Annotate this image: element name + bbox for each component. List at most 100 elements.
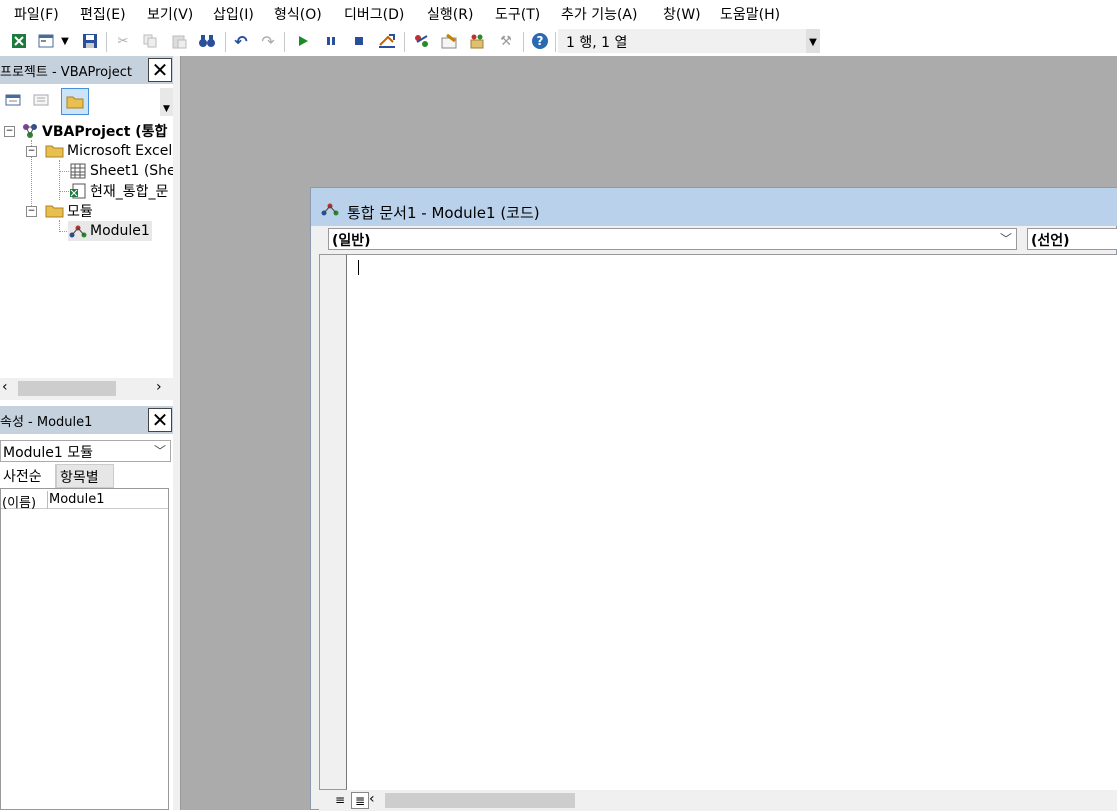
collapse-icon[interactable]: − xyxy=(26,206,37,217)
scroll-left-icon[interactable]: ‹ xyxy=(2,379,8,395)
worksheet-icon xyxy=(68,162,88,180)
code-margin-indicator-bar[interactable] xyxy=(319,254,347,790)
close-icon[interactable]: ✕ xyxy=(148,408,172,432)
tree-item-module1[interactable]: Module1 xyxy=(68,221,152,241)
cut-icon[interactable]: ✂ xyxy=(113,31,133,51)
module-icon xyxy=(68,222,88,240)
close-icon[interactable]: ✕ xyxy=(148,58,172,82)
scroll-left-icon[interactable]: ‹ xyxy=(369,791,375,807)
chevron-down-icon[interactable]: ▼ xyxy=(58,31,72,51)
code-window: 통합 문서1 - Module1 (코드) (일반) ﹀ (선언) ≡ ≣ ‹ xyxy=(310,187,1117,811)
toolbar-separator xyxy=(284,32,285,52)
tree-item-label: Sheet1 (She xyxy=(90,163,173,179)
project-pane-titlebar: 프로젝트 - VBAProject ✕ xyxy=(0,56,173,84)
menu-run[interactable]: 실행(R) xyxy=(427,4,473,24)
menu-edit[interactable]: 편집(E) xyxy=(80,4,126,24)
scrollbar-thumb[interactable] xyxy=(18,381,116,396)
menu-window[interactable]: 창(W) xyxy=(663,4,701,24)
collapse-icon[interactable]: − xyxy=(4,126,15,137)
tab-alphabetic[interactable]: 사전순 xyxy=(0,464,56,488)
menu-bar: 파일(F) 편집(E) 보기(V) 삽입(I) 형식(O) 디버그(D) 실행(… xyxy=(0,0,1117,26)
project-tree-hscrollbar[interactable]: ‹ › xyxy=(0,378,173,400)
properties-window-icon[interactable] xyxy=(440,31,460,51)
menu-help[interactable]: 도움말(H) xyxy=(720,4,780,24)
toolbox-icon[interactable]: ⚒ xyxy=(496,31,516,51)
excel-icon[interactable] xyxy=(9,31,29,51)
object-combobox[interactable]: (일반) ﹀ xyxy=(328,228,1017,250)
menu-debug[interactable]: 디버그(D) xyxy=(344,4,404,24)
object-browser-icon[interactable] xyxy=(468,31,488,51)
insert-userform-icon[interactable] xyxy=(36,31,56,51)
property-row[interactable]: (이름) Module1 xyxy=(1,491,168,511)
project-explorer-icon[interactable] xyxy=(412,31,432,51)
tree-item-label: 모듈 xyxy=(67,204,93,220)
scrollbar-thumb[interactable] xyxy=(385,793,575,808)
grid-divider xyxy=(47,491,48,509)
toolbar-separator xyxy=(225,32,226,52)
reset-icon[interactable] xyxy=(349,31,369,51)
toolbar-overflow-button[interactable]: ▼ xyxy=(806,29,820,53)
property-value[interactable]: Module1 xyxy=(49,492,105,507)
tree-item-workbook[interactable]: 현재_통합_문 xyxy=(68,181,168,201)
property-grid: (이름) Module1 xyxy=(0,488,169,810)
paste-icon[interactable] xyxy=(169,31,189,51)
property-name: (이름) xyxy=(2,496,37,511)
properties-pane-titlebar: 속성 - Module1 ✕ xyxy=(0,406,173,434)
full-module-view-icon[interactable]: ≣ xyxy=(351,792,369,809)
pane-splitter[interactable] xyxy=(173,56,181,810)
scroll-right-icon[interactable]: › xyxy=(156,379,162,395)
toolbar-separator xyxy=(106,32,107,52)
save-icon[interactable] xyxy=(80,31,100,51)
collapse-icon[interactable]: − xyxy=(26,146,37,157)
tab-label: 항목별 xyxy=(60,470,99,486)
toggle-folders-button[interactable] xyxy=(61,88,89,115)
tree-item-excel-objects[interactable]: Microsoft Excel xyxy=(45,141,172,161)
procedure-view-icon[interactable]: ≡ xyxy=(331,792,349,809)
standard-toolbar: ▼ ✂ ↶ ↷ ⚒ ? 1 행, 1 열 ▼ xyxy=(0,26,820,56)
code-editor[interactable] xyxy=(347,254,1117,790)
find-icon[interactable] xyxy=(197,31,217,51)
view-code-icon[interactable] xyxy=(4,92,22,112)
tree-line xyxy=(59,160,60,200)
object-combobox-value: (일반) xyxy=(332,233,371,249)
view-object-icon[interactable] xyxy=(32,92,50,112)
help-icon[interactable]: ? xyxy=(530,31,550,51)
menu-format[interactable]: 형식(O) xyxy=(274,4,322,24)
redo-icon[interactable]: ↷ xyxy=(258,31,278,51)
code-window-title: 통합 문서1 - Module1 (코드) xyxy=(347,204,540,222)
tree-item-modules[interactable]: 모듈 xyxy=(45,201,93,221)
properties-pane-title: 속성 - Module1 xyxy=(0,415,93,430)
code-window-titlebar[interactable]: 통합 문서1 - Module1 (코드) xyxy=(311,188,1117,226)
object-dropdown[interactable]: Module1 모듈 ﹀ xyxy=(0,440,171,462)
toolbar-separator xyxy=(555,32,556,52)
tab-categorized[interactable]: 항목별 xyxy=(56,464,114,488)
run-icon[interactable] xyxy=(293,31,313,51)
code-window-bottom-bar: ≡ ≣ ‹ xyxy=(319,790,1117,811)
toolbar-separator xyxy=(404,32,405,52)
tree-item-vbaproject[interactable]: VBAProject (통합 xyxy=(20,121,167,141)
tree-item-sheet1[interactable]: Sheet1 (She xyxy=(68,161,173,181)
menu-tools[interactable]: 도구(T) xyxy=(495,4,540,24)
design-mode-icon[interactable] xyxy=(377,31,397,51)
text-caret xyxy=(358,260,359,275)
chevron-down-icon: ﹀ xyxy=(999,232,1012,246)
object-dropdown-value: Module1 모듈 xyxy=(3,445,94,461)
undo-icon[interactable]: ↶ xyxy=(231,31,251,51)
procedure-combobox[interactable]: (선언) xyxy=(1027,228,1117,250)
menu-file[interactable]: 파일(F) xyxy=(14,4,59,24)
svg-text:?: ? xyxy=(537,34,544,48)
folder-icon xyxy=(45,202,65,220)
folder-icon xyxy=(66,96,84,109)
menu-insert[interactable]: 삽입(I) xyxy=(213,4,254,24)
menu-view[interactable]: 보기(V) xyxy=(147,4,193,24)
project-tree: − VBAProject (통합 − Microsoft Excel Sheet… xyxy=(0,120,173,378)
toolbar-separator xyxy=(523,32,524,52)
break-icon[interactable] xyxy=(321,31,341,51)
copy-icon[interactable] xyxy=(140,31,160,51)
vbaproject-icon xyxy=(20,122,40,140)
menu-addins[interactable]: 추가 기능(A) xyxy=(561,4,637,24)
procedure-combobox-value: (선언) xyxy=(1031,233,1070,249)
module-icon xyxy=(320,201,340,221)
folder-icon xyxy=(45,142,65,160)
project-toolbar-overflow[interactable]: ▼ xyxy=(160,88,173,116)
